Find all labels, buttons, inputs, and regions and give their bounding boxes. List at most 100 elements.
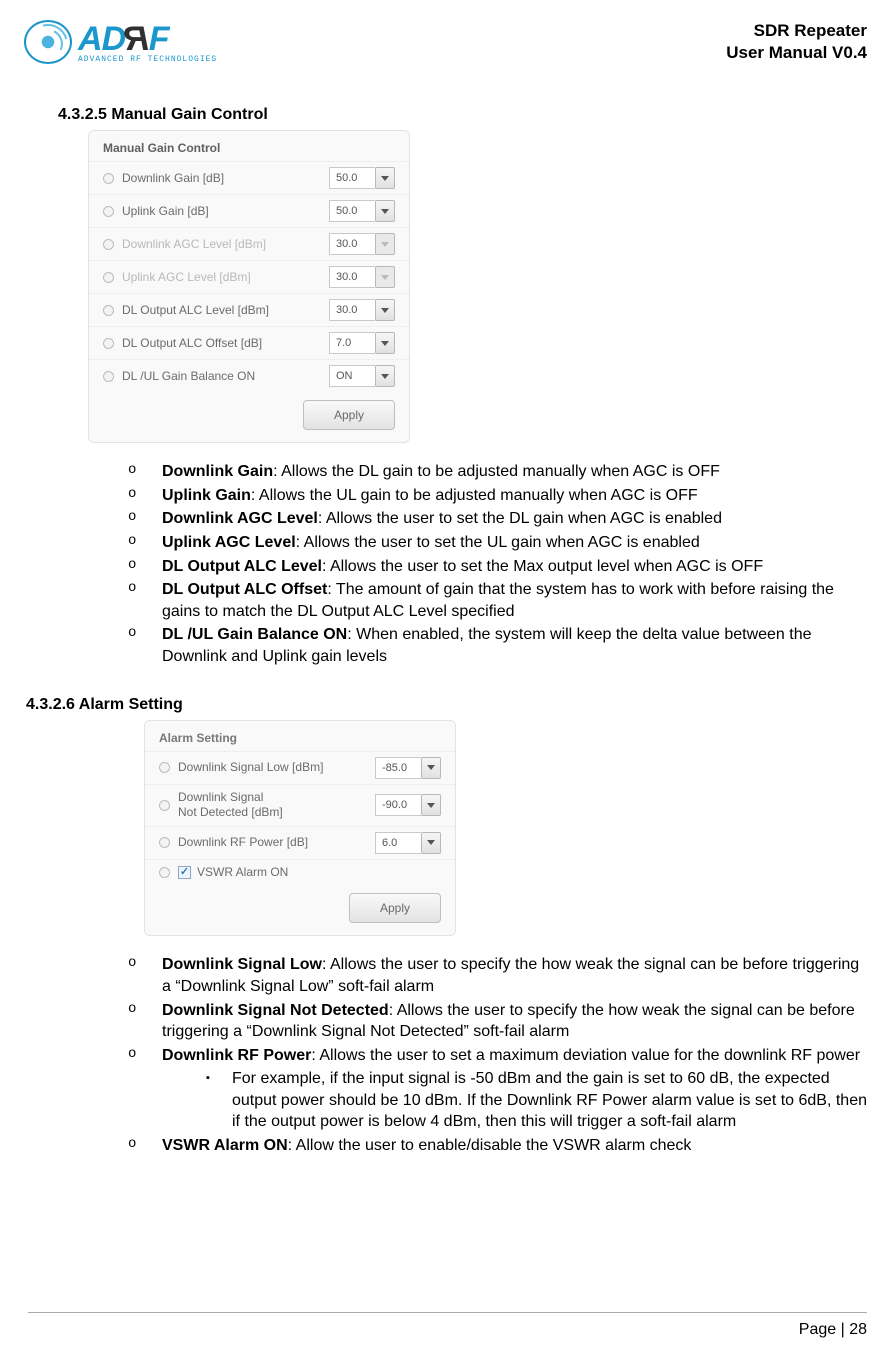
row-label: Downlink Gain [dB] <box>122 171 329 185</box>
bullet-marker: o <box>128 954 162 997</box>
bullet-text: VSWR Alarm ON: Allow the user to enable/… <box>162 1135 867 1157</box>
radio-icon[interactable] <box>159 837 170 848</box>
dropdown[interactable]: 7.0 <box>329 332 395 354</box>
dropdown-value: ON <box>329 365 375 387</box>
radio-icon[interactable] <box>103 305 114 316</box>
radio-icon[interactable] <box>159 762 170 773</box>
row-dl-signal-low: Downlink Signal Low [dBm] -85.0 <box>145 751 455 784</box>
bullet-text: DL Output ALC Offset: The amount of gain… <box>162 579 867 622</box>
dropdown[interactable]: 50.0 <box>329 167 395 189</box>
bullet-text: Downlink RF Power: Allows the user to se… <box>162 1045 867 1133</box>
dropdown: 30.0 <box>329 233 395 255</box>
dropdown-value: 7.0 <box>329 332 375 354</box>
row-label: VSWR Alarm ON <box>197 865 441 881</box>
radio-icon[interactable] <box>159 867 170 878</box>
chevron-down-icon[interactable] <box>421 832 441 854</box>
row-dl-alc-offset: DL Output ALC Offset [dB] 7.0 <box>89 326 409 359</box>
bullet-marker: o <box>128 485 162 507</box>
apply-button[interactable]: Apply <box>349 893 441 923</box>
dropdown-value: 50.0 <box>329 200 375 222</box>
bullet-text: Uplink Gain: Allows the UL gain to be ad… <box>162 485 867 507</box>
row-label: Uplink Gain [dB] <box>122 204 329 218</box>
row-gain-balance: DL /UL Gain Balance ON ON <box>89 359 409 392</box>
footer-rule <box>28 1312 867 1313</box>
row-label: Downlink AGC Level [dBm] <box>122 237 329 251</box>
sub-bullet-marker: ▪ <box>206 1068 232 1133</box>
radio-icon[interactable] <box>103 338 114 349</box>
check-icon: ✓ <box>180 867 189 878</box>
bullet-marker: o <box>128 556 162 578</box>
sub-bullet-text: For example, if the input signal is -50 … <box>232 1068 867 1133</box>
row-dl-alc-level: DL Output ALC Level [dBm] 30.0 <box>89 293 409 326</box>
chevron-down-icon[interactable] <box>375 332 395 354</box>
panel-alarm: Alarm Setting Downlink Signal Low [dBm] … <box>144 720 456 937</box>
row-downlink-agc: Downlink AGC Level [dBm] 30.0 <box>89 227 409 260</box>
bullet-text: Uplink AGC Level: Allows the user to set… <box>162 532 867 554</box>
dropdown: 30.0 <box>329 266 395 288</box>
chevron-down-icon <box>375 233 395 255</box>
bullet-marker: o <box>128 508 162 530</box>
bullet-text: Downlink Signal Not Detected: Allows the… <box>162 1000 867 1043</box>
section-heading-manual-gain: 4.3.2.5 Manual Gain Control <box>58 106 867 124</box>
panel-title: Manual Gain Control <box>89 141 409 161</box>
bullet-marker: o <box>128 1000 162 1043</box>
bullet-marker: o <box>128 624 162 667</box>
bullet-text: DL Output ALC Level: Allows the user to … <box>162 556 867 578</box>
bullet-text: DL /UL Gain Balance ON: When enabled, th… <box>162 624 867 667</box>
dropdown-value: 30.0 <box>329 266 375 288</box>
row-label: DL Output ALC Offset [dB] <box>122 336 329 350</box>
row-label: Uplink AGC Level [dBm] <box>122 270 329 284</box>
logo-brand: ADRF <box>78 20 217 59</box>
dropdown-value: 6.0 <box>375 832 421 854</box>
dropdown[interactable]: -85.0 <box>375 757 441 779</box>
doc-title-line1: SDR Repeater <box>726 20 867 42</box>
bullet-marker: o <box>128 461 162 483</box>
dropdown[interactable]: -90.0 <box>375 794 441 816</box>
doc-title: SDR Repeater User Manual V0.4 <box>726 20 867 64</box>
radio-icon <box>103 239 114 250</box>
row-dl-rf-power: Downlink RF Power [dB] 6.0 <box>145 826 455 859</box>
bullet-marker: o <box>128 532 162 554</box>
dropdown[interactable]: ON <box>329 365 395 387</box>
row-uplink-gain: Uplink Gain [dB] 50.0 <box>89 194 409 227</box>
bullet-marker: o <box>128 579 162 622</box>
radio-icon[interactable] <box>103 206 114 217</box>
bullet-list-alarm: oDownlink Signal Low: Allows the user to… <box>128 954 867 1156</box>
row-dl-not-detected: Downlink Signal Not Detected [dBm] -90.0 <box>145 784 455 826</box>
bullet-marker: o <box>128 1045 162 1133</box>
bullet-list-manual-gain: oDownlink Gain: Allows the DL gain to be… <box>128 461 867 667</box>
chevron-down-icon[interactable] <box>421 757 441 779</box>
panel-title: Alarm Setting <box>145 731 455 751</box>
row-label: DL /UL Gain Balance ON <box>122 369 329 383</box>
dropdown-value: 30.0 <box>329 299 375 321</box>
chevron-down-icon[interactable] <box>375 167 395 189</box>
doc-title-line2: User Manual V0.4 <box>726 42 867 64</box>
radio-icon[interactable] <box>103 371 114 382</box>
row-vswr: ✓ VSWR Alarm ON <box>145 859 455 886</box>
radio-icon[interactable] <box>159 800 170 811</box>
row-uplink-agc: Uplink AGC Level [dBm] 30.0 <box>89 260 409 293</box>
row-label: DL Output ALC Level [dBm] <box>122 303 329 317</box>
dropdown[interactable]: 50.0 <box>329 200 395 222</box>
bullet-text: Downlink AGC Level: Allows the user to s… <box>162 508 867 530</box>
chevron-down-icon[interactable] <box>421 794 441 816</box>
logo-swirl-icon <box>24 20 72 64</box>
chevron-down-icon[interactable] <box>375 200 395 222</box>
row-downlink-gain: Downlink Gain [dB] 50.0 <box>89 161 409 194</box>
apply-button[interactable]: Apply <box>303 400 395 430</box>
chevron-down-icon[interactable] <box>375 365 395 387</box>
bullet-marker: o <box>128 1135 162 1157</box>
dropdown[interactable]: 6.0 <box>375 832 441 854</box>
row-label: Downlink Signal Low [dBm] <box>178 760 375 776</box>
bullet-text: Downlink Signal Low: Allows the user to … <box>162 954 867 997</box>
page-number: Page | 28 <box>799 1321 867 1339</box>
dropdown[interactable]: 30.0 <box>329 299 395 321</box>
bullet-text: Downlink Gain: Allows the DL gain to be … <box>162 461 867 483</box>
section-heading-alarm: 4.3.2.6 Alarm Setting <box>26 696 867 714</box>
dropdown-value: -85.0 <box>375 757 421 779</box>
logo: ADRF ADVANCED RF TECHNOLOGIES <box>24 20 217 64</box>
checkbox-vswr[interactable]: ✓ <box>178 866 191 879</box>
radio-icon <box>103 272 114 283</box>
radio-icon[interactable] <box>103 173 114 184</box>
chevron-down-icon[interactable] <box>375 299 395 321</box>
